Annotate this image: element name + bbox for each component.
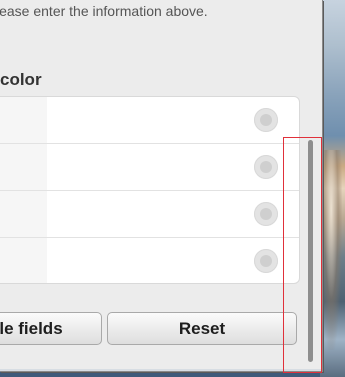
list-item[interactable] [0,97,299,143]
radio-button[interactable] [254,202,278,226]
list-item[interactable] [0,144,299,190]
color-section-label: color [0,70,42,89]
color-swatch-cell [0,97,47,143]
desktop-wallpaper [320,0,345,377]
color-option-list [0,96,300,284]
color-swatch-cell [0,144,47,190]
app-window: lease enter the information above. color [0,0,323,372]
screenshot-stage: lease enter the information above. color [0,0,345,377]
reset-button[interactable]: Reset [107,312,297,345]
list-item[interactable] [0,238,299,283]
info-text: lease enter the information above. [0,3,208,19]
vertical-scrollbar[interactable] [305,138,315,366]
fill-fields-button[interactable]: le fields [0,312,102,345]
scrollbar-thumb[interactable] [308,140,313,362]
color-swatch-cell [0,238,47,283]
color-swatch-cell [0,191,47,237]
radio-button[interactable] [254,249,278,273]
radio-button[interactable] [254,108,278,132]
list-item[interactable] [0,191,299,237]
radio-button[interactable] [254,155,278,179]
